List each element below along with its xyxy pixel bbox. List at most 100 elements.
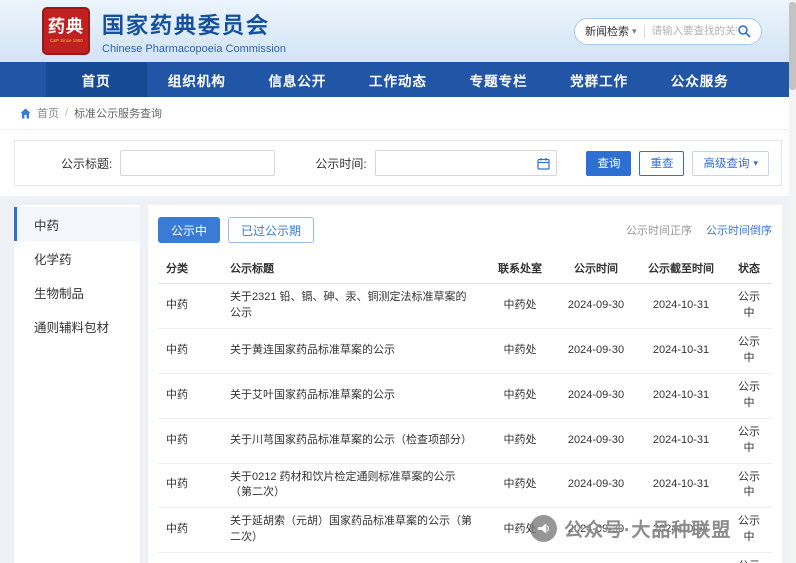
reset-button[interactable]: 重查 <box>639 150 685 176</box>
filter-band: 公示标题: 公示时间: 查询 重查 高级查询 ▾ <box>0 130 796 196</box>
search-divider <box>643 24 645 38</box>
cell-start-date: 2024-09-30 <box>556 283 636 329</box>
table-header-cell: 公示截至时间 <box>636 253 726 284</box>
filter-time-input[interactable] <box>374 150 557 176</box>
table-header-row: 分类 公示标题 联系处室 公示时间 公示截至时间 状态 <box>158 253 772 284</box>
cell-office: 中药处 <box>484 418 556 464</box>
cell-status-link[interactable]: 公示中 <box>726 283 772 329</box>
cell-category: 中药 <box>158 507 222 554</box>
commission-logo: 药典 C&P Since 1950 <box>42 7 90 55</box>
cell-end-date: 2024-10-31 <box>636 418 726 464</box>
sidebar-item[interactable]: 通则辅料包材 <box>14 309 140 343</box>
sidebar-item[interactable]: 化学药 <box>14 241 140 275</box>
cell-start-date: 2024-09-30 <box>556 463 636 509</box>
filter-title-label: 公示标题: <box>61 156 113 171</box>
cell-title-link[interactable]: 关于川芎国家药品标准草案的公示（检查项部分） <box>222 418 484 464</box>
cell-category: 中药 <box>158 418 222 464</box>
logo-caption: C&P Since 1950 <box>49 38 83 45</box>
filter-time-input-field[interactable] <box>381 157 537 169</box>
main-nav: 首页 组织机构 信息公开 工作动态 专题专栏 党群工作 公众服务 <box>0 62 796 97</box>
cell-status-link[interactable]: 公示中 <box>726 507 772 554</box>
advanced-query-button[interactable]: 高级查询 ▾ <box>692 150 769 176</box>
cell-title-link[interactable]: 关于延胡索（元胡）国家药品标准草案的公示（第二次） <box>222 507 484 554</box>
table-row: 中药 关于2321 铅、镉、砷、汞、铜测定法标准草案的公示 中药处 2024-0… <box>158 283 772 329</box>
cell-office: 中药处 <box>484 283 556 329</box>
cell-status-link[interactable]: 公示中 <box>726 552 772 563</box>
site-titles: 国家药典委员会 Chinese Pharmacopoeia Commission <box>102 8 286 55</box>
table-row: 中药 关于川芎国家药品标准草案的公示（检查项部分） 中药处 2024-09-30… <box>158 418 772 464</box>
sort-desc-link[interactable]: 公示时间倒序 <box>706 222 772 238</box>
cell-title-link[interactable]: 关于艾叶国家药品标准草案的公示 <box>222 373 484 419</box>
filter-time-label: 公示时间: <box>315 156 367 171</box>
nav-item[interactable]: 党群工作 <box>549 62 650 97</box>
cell-title-link[interactable]: 关于黄连国家药品标准草案的公示 <box>222 328 484 374</box>
filter-bar: 公示标题: 公示时间: 查询 重查 高级查询 ▾ <box>14 140 782 186</box>
sidebar-item[interactable]: 中药 <box>14 207 140 241</box>
cell-title-link[interactable]: 关于2321 铅、镉、砷、汞、铜测定法标准草案的公示 <box>222 283 484 329</box>
cell-end-date: 2024-10-31 <box>636 552 726 563</box>
cell-end-date: 2024-10-31 <box>636 373 726 419</box>
header-search-box: 新闻检索 ▾ <box>574 17 762 45</box>
chevron-down-icon: ▾ <box>753 157 758 168</box>
publicity-table: 分类 公示标题 联系处室 公示时间 公示截至时间 状态 中药 关于2321 铅、… <box>158 253 772 563</box>
sidebar-item[interactable]: 生物制品 <box>14 275 140 309</box>
breadcrumb-separator: / <box>65 107 69 119</box>
table-header-cell: 联系处室 <box>484 253 556 284</box>
table-row: 中药 关于棕榈国家药品标准修订草案的公示 中药处 2024-09-30 2024… <box>158 552 772 563</box>
cell-category: 中药 <box>158 552 222 563</box>
cell-office: 中药处 <box>484 373 556 419</box>
cell-office: 中药处 <box>484 552 556 563</box>
chevron-down-icon[interactable]: ▾ <box>632 26 637 37</box>
cell-end-date: 2024-10-31 <box>636 507 726 554</box>
cell-status-link[interactable]: 公示中 <box>726 373 772 419</box>
sort-asc-link[interactable]: 公示时间正序 <box>626 222 692 238</box>
status-tab[interactable]: 公示中 <box>158 217 221 243</box>
nav-item[interactable]: 首页 <box>46 62 147 97</box>
cell-office: 中药处 <box>484 463 556 509</box>
cell-end-date: 2024-10-31 <box>636 463 726 509</box>
category-sidebar: 中药 化学药 生物制品 通则辅料包材 <box>14 205 140 563</box>
status-tab[interactable]: 已过公示期 <box>228 217 315 243</box>
advanced-query-label: 高级查询 <box>703 158 750 170</box>
nav-item[interactable]: 专题专栏 <box>448 62 549 97</box>
sort-links: 公示时间正序 公示时间倒序 <box>626 222 772 238</box>
cell-status-link[interactable]: 公示中 <box>726 328 772 374</box>
cell-start-date: 2024-09-30 <box>556 328 636 374</box>
scrollbar-thumb[interactable] <box>789 2 796 90</box>
cell-status-link[interactable]: 公示中 <box>726 463 772 509</box>
site-header: 药典 C&P Since 1950 国家药典委员会 Chinese Pharma… <box>0 0 796 62</box>
nav-item[interactable]: 公众服务 <box>649 62 750 97</box>
nav-item[interactable]: 组织机构 <box>147 62 248 97</box>
table-header-cell: 公示时间 <box>556 253 636 284</box>
breadcrumb: 首页 / 标准公示服务查询 <box>0 97 796 130</box>
cell-status-link[interactable]: 公示中 <box>726 418 772 464</box>
table-row: 中药 关于黄连国家药品标准草案的公示 中药处 2024-09-30 2024-1… <box>158 328 772 374</box>
cell-category: 中药 <box>158 328 222 374</box>
query-button[interactable]: 查询 <box>586 150 632 176</box>
home-icon[interactable] <box>20 108 31 119</box>
table-header-cell: 公示标题 <box>222 253 484 284</box>
cell-title-link[interactable]: 关于棕榈国家药品标准修订草案的公示 <box>222 552 484 563</box>
cell-end-date: 2024-10-31 <box>636 283 726 329</box>
main-area: 中药 化学药 生物制品 通则辅料包材 公示中 已过公示期 公示时间正序 公示时间… <box>0 196 796 563</box>
site-subtitle: Chinese Pharmacopoeia Commission <box>102 42 287 55</box>
cell-start-date: 2024-09-30 <box>556 373 636 419</box>
cell-office: 中药处 <box>484 328 556 374</box>
nav-item[interactable]: 信息公开 <box>247 62 348 97</box>
nav-item[interactable]: 工作动态 <box>348 62 449 97</box>
search-icon[interactable] <box>737 24 751 38</box>
cell-title-link[interactable]: 关于0212 药材和饮片检定通则标准草案的公示（第二次） <box>222 463 484 509</box>
table-row: 中药 关于延胡索（元胡）国家药品标准草案的公示（第二次） 中药处 2024-09… <box>158 507 772 554</box>
search-input[interactable] <box>651 25 737 37</box>
logo-text: 药典 <box>48 16 84 36</box>
content-toolbar: 公示中 已过公示期 公示时间正序 公示时间倒序 <box>158 217 772 243</box>
search-category-select[interactable]: 新闻检索 <box>585 23 629 39</box>
breadcrumb-current: 标准公示服务查询 <box>74 108 163 120</box>
page: 药典 C&P Since 1950 国家药典委员会 Chinese Pharma… <box>0 0 796 563</box>
breadcrumb-home[interactable]: 首页 <box>37 105 59 121</box>
table-header-cell: 状态 <box>726 253 772 284</box>
filter-title-input[interactable] <box>120 150 276 176</box>
scrollbar[interactable] <box>789 0 796 563</box>
calendar-icon[interactable] <box>537 157 550 170</box>
content-panel: 公示中 已过公示期 公示时间正序 公示时间倒序 分类 公示标题 联系处室 公示时… <box>148 205 782 563</box>
